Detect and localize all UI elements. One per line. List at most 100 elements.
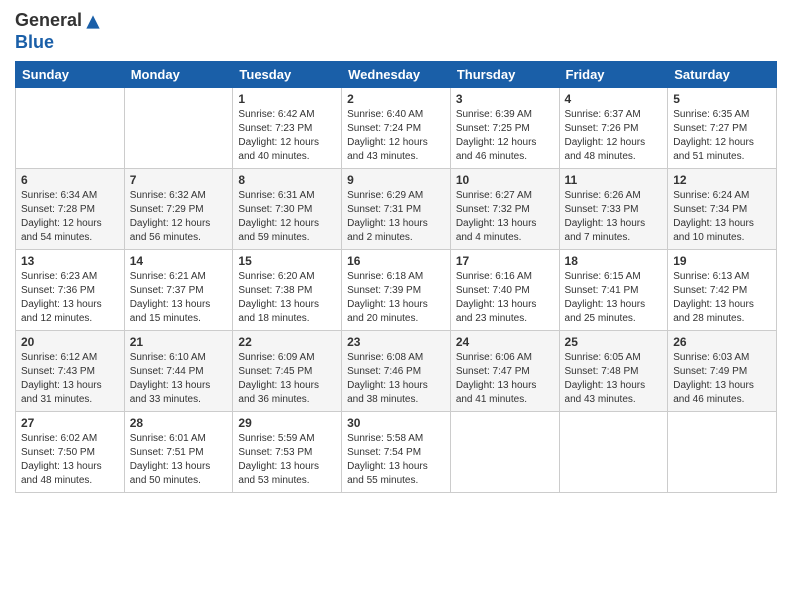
day-cell: 5Sunrise: 6:35 AMSunset: 7:27 PMDaylight… bbox=[668, 87, 777, 168]
weekday-header-row: SundayMondayTuesdayWednesdayThursdayFrid… bbox=[16, 61, 777, 87]
logo-blue: Blue bbox=[15, 32, 54, 52]
week-row-4: 20 Sunrise: 6:12 AMSunset: 7:43 PMDayligh… bbox=[16, 330, 777, 411]
day-cell bbox=[124, 87, 233, 168]
day-info: Sunrise: 6:16 AMSunset: 7:40 PMDaylight:… bbox=[456, 270, 554, 326]
day-cell: 18 Sunrise: 6:15 AMSunset: 7:41 PMDayligh… bbox=[559, 249, 668, 330]
day-info: Sunrise: 6:35 AMSunset: 7:27 PMDaylight:… bbox=[673, 108, 771, 164]
day-cell bbox=[559, 411, 668, 492]
day-number: 13 bbox=[21, 254, 119, 268]
day-info: Sunrise: 6:26 AMSunset: 7:33 PMDaylight:… bbox=[565, 189, 663, 245]
week-row-5: 27 Sunrise: 6:02 AMSunset: 7:50 PMDayligh… bbox=[16, 411, 777, 492]
calendar-table: SundayMondayTuesdayWednesdayThursdayFrid… bbox=[15, 61, 777, 493]
day-info: Sunrise: 6:42 AMSunset: 7:23 PMDaylight:… bbox=[238, 108, 336, 164]
day-number: 3 bbox=[456, 92, 554, 106]
day-cell: 24 Sunrise: 6:06 AMSunset: 7:47 PMDayligh… bbox=[450, 330, 559, 411]
weekday-header-monday: Monday bbox=[124, 61, 233, 87]
page: General Blue SundayMondayTuesdayWednesda… bbox=[0, 0, 792, 612]
weekday-header-saturday: Saturday bbox=[668, 61, 777, 87]
header: General Blue bbox=[15, 10, 777, 53]
day-info: Sunrise: 6:27 AMSunset: 7:32 PMDaylight:… bbox=[456, 189, 554, 245]
day-cell bbox=[16, 87, 125, 168]
day-number: 8 bbox=[238, 173, 336, 187]
day-cell: 20 Sunrise: 6:12 AMSunset: 7:43 PMDayligh… bbox=[16, 330, 125, 411]
day-number: 12 bbox=[673, 173, 771, 187]
week-row-1: 1 Sunrise: 6:42 AMSunset: 7:23 PMDaylight… bbox=[16, 87, 777, 168]
day-number: 23 bbox=[347, 335, 445, 349]
day-cell: 3 Sunrise: 6:39 AMSunset: 7:25 PMDaylight… bbox=[450, 87, 559, 168]
day-cell: 27 Sunrise: 6:02 AMSunset: 7:50 PMDayligh… bbox=[16, 411, 125, 492]
logo-general: General bbox=[15, 10, 82, 30]
day-number: 10 bbox=[456, 173, 554, 187]
day-info: Sunrise: 6:20 AMSunset: 7:38 PMDaylight:… bbox=[238, 270, 336, 326]
day-number: 15 bbox=[238, 254, 336, 268]
day-info: Sunrise: 6:34 AMSunset: 7:28 PMDaylight:… bbox=[21, 189, 119, 245]
day-number: 17 bbox=[456, 254, 554, 268]
day-info: Sunrise: 6:12 AMSunset: 7:43 PMDaylight:… bbox=[21, 351, 119, 407]
day-info: Sunrise: 6:23 AMSunset: 7:36 PMDaylight:… bbox=[21, 270, 119, 326]
day-number: 16 bbox=[347, 254, 445, 268]
day-cell bbox=[450, 411, 559, 492]
day-number: 1 bbox=[238, 92, 336, 106]
day-cell: 26 Sunrise: 6:03 AMSunset: 7:49 PMDayligh… bbox=[668, 330, 777, 411]
day-number: 30 bbox=[347, 416, 445, 430]
day-number: 25 bbox=[565, 335, 663, 349]
day-cell: 11 Sunrise: 6:26 AMSunset: 7:33 PMDayligh… bbox=[559, 168, 668, 249]
day-cell: 7 Sunrise: 6:32 AMSunset: 7:29 PMDaylight… bbox=[124, 168, 233, 249]
day-cell: 15 Sunrise: 6:20 AMSunset: 7:38 PMDayligh… bbox=[233, 249, 342, 330]
day-info: Sunrise: 6:29 AMSunset: 7:31 PMDaylight:… bbox=[347, 189, 445, 245]
day-cell: 19 Sunrise: 6:13 AMSunset: 7:42 PMDayligh… bbox=[668, 249, 777, 330]
day-number: 26 bbox=[673, 335, 771, 349]
day-number: 19 bbox=[673, 254, 771, 268]
day-info: Sunrise: 6:39 AMSunset: 7:25 PMDaylight:… bbox=[456, 108, 554, 164]
day-info: Sunrise: 6:21 AMSunset: 7:37 PMDaylight:… bbox=[130, 270, 228, 326]
day-info: Sunrise: 6:13 AMSunset: 7:42 PMDaylight:… bbox=[673, 270, 771, 326]
day-info: Sunrise: 5:59 AMSunset: 7:53 PMDaylight:… bbox=[238, 432, 336, 488]
day-cell: 2Sunrise: 6:40 AMSunset: 7:24 PMDaylight… bbox=[342, 87, 451, 168]
day-number: 7 bbox=[130, 173, 228, 187]
day-info: Sunrise: 6:24 AMSunset: 7:34 PMDaylight:… bbox=[673, 189, 771, 245]
day-cell: 25 Sunrise: 6:05 AMSunset: 7:48 PMDayligh… bbox=[559, 330, 668, 411]
weekday-header-tuesday: Tuesday bbox=[233, 61, 342, 87]
day-number: 11 bbox=[565, 173, 663, 187]
day-info: Sunrise: 6:32 AMSunset: 7:29 PMDaylight:… bbox=[130, 189, 228, 245]
day-cell: 23 Sunrise: 6:08 AMSunset: 7:46 PMDayligh… bbox=[342, 330, 451, 411]
day-cell: 8 Sunrise: 6:31 AMSunset: 7:30 PMDaylight… bbox=[233, 168, 342, 249]
day-number: 27 bbox=[21, 416, 119, 430]
day-number: 9 bbox=[347, 173, 445, 187]
day-number: 14 bbox=[130, 254, 228, 268]
day-cell: 22 Sunrise: 6:09 AMSunset: 7:45 PMDayligh… bbox=[233, 330, 342, 411]
day-number: 21 bbox=[130, 335, 228, 349]
day-cell: 4Sunrise: 6:37 AMSunset: 7:26 PMDaylight… bbox=[559, 87, 668, 168]
day-cell bbox=[668, 411, 777, 492]
day-cell: 6Sunrise: 6:34 AMSunset: 7:28 PMDaylight… bbox=[16, 168, 125, 249]
logo-icon bbox=[83, 12, 103, 32]
day-cell: 9 Sunrise: 6:29 AMSunset: 7:31 PMDaylight… bbox=[342, 168, 451, 249]
day-info: Sunrise: 6:05 AMSunset: 7:48 PMDaylight:… bbox=[565, 351, 663, 407]
day-info: Sunrise: 6:06 AMSunset: 7:47 PMDaylight:… bbox=[456, 351, 554, 407]
day-info: Sunrise: 6:40 AMSunset: 7:24 PMDaylight:… bbox=[347, 108, 445, 164]
day-info: Sunrise: 6:02 AMSunset: 7:50 PMDaylight:… bbox=[21, 432, 119, 488]
day-info: Sunrise: 6:03 AMSunset: 7:49 PMDaylight:… bbox=[673, 351, 771, 407]
day-number: 18 bbox=[565, 254, 663, 268]
day-number: 22 bbox=[238, 335, 336, 349]
day-cell: 16Sunrise: 6:18 AMSunset: 7:39 PMDayligh… bbox=[342, 249, 451, 330]
day-cell: 14 Sunrise: 6:21 AMSunset: 7:37 PMDayligh… bbox=[124, 249, 233, 330]
day-info: Sunrise: 6:01 AMSunset: 7:51 PMDaylight:… bbox=[130, 432, 228, 488]
day-cell: 29Sunrise: 5:59 AMSunset: 7:53 PMDayligh… bbox=[233, 411, 342, 492]
day-number: 20 bbox=[21, 335, 119, 349]
day-cell: 21Sunrise: 6:10 AMSunset: 7:44 PMDayligh… bbox=[124, 330, 233, 411]
day-number: 24 bbox=[456, 335, 554, 349]
weekday-header-friday: Friday bbox=[559, 61, 668, 87]
week-row-3: 13 Sunrise: 6:23 AMSunset: 7:36 PMDayligh… bbox=[16, 249, 777, 330]
day-info: Sunrise: 6:37 AMSunset: 7:26 PMDaylight:… bbox=[565, 108, 663, 164]
day-info: Sunrise: 6:09 AMSunset: 7:45 PMDaylight:… bbox=[238, 351, 336, 407]
day-info: Sunrise: 6:15 AMSunset: 7:41 PMDaylight:… bbox=[565, 270, 663, 326]
day-info: Sunrise: 6:08 AMSunset: 7:46 PMDaylight:… bbox=[347, 351, 445, 407]
day-cell: 13 Sunrise: 6:23 AMSunset: 7:36 PMDayligh… bbox=[16, 249, 125, 330]
logo: General Blue bbox=[15, 10, 104, 53]
day-cell: 1 Sunrise: 6:42 AMSunset: 7:23 PMDaylight… bbox=[233, 87, 342, 168]
day-cell: 30Sunrise: 5:58 AMSunset: 7:54 PMDayligh… bbox=[342, 411, 451, 492]
day-info: Sunrise: 6:31 AMSunset: 7:30 PMDaylight:… bbox=[238, 189, 336, 245]
day-cell: 28Sunrise: 6:01 AMSunset: 7:51 PMDayligh… bbox=[124, 411, 233, 492]
weekday-header-sunday: Sunday bbox=[16, 61, 125, 87]
